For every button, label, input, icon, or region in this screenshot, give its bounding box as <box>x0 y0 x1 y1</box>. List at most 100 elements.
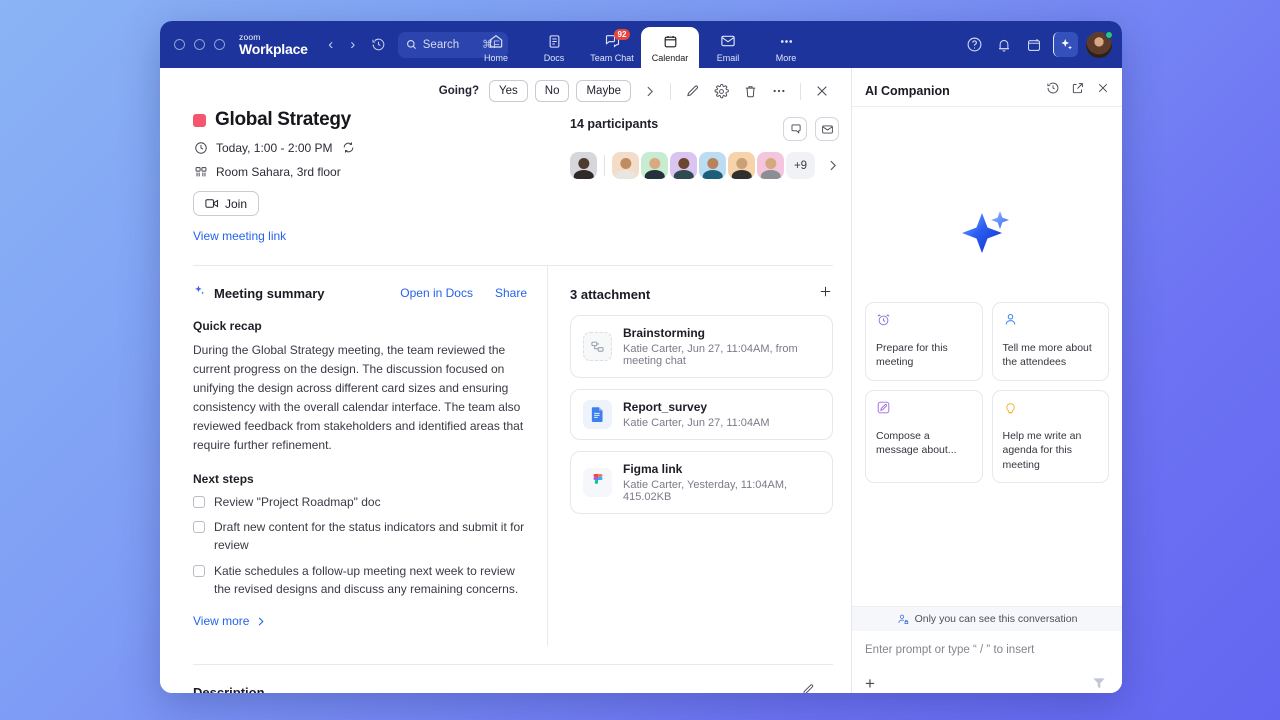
window-controls[interactable] <box>174 39 225 50</box>
event-color-swatch <box>193 114 206 127</box>
add-attachment-plus-icon[interactable]: + <box>865 675 875 692</box>
ai-panel-title: AI Companion <box>865 84 950 98</box>
edit-icon[interactable] <box>681 80 703 102</box>
edit-description-button[interactable] <box>801 683 815 693</box>
participants-section: 14 participants <box>548 107 839 245</box>
avatar[interactable] <box>670 152 697 179</box>
meeting-summary-section: Meeting summary Open in Docs Share Quick… <box>193 266 548 646</box>
attachments-section: 3 attachment Brainstorming Katie <box>548 266 833 646</box>
tab-calendar[interactable]: Calendar <box>641 27 699 68</box>
list-item[interactable]: Draft new content for the status indicat… <box>193 519 527 555</box>
avatar[interactable] <box>570 152 597 179</box>
rsvp-maybe-button[interactable]: Maybe <box>576 80 631 102</box>
avatar[interactable] <box>757 152 784 179</box>
rsvp-more-chevron-right-icon[interactable] <box>638 80 660 102</box>
description-title: Description <box>193 685 265 693</box>
room-icon <box>193 164 208 179</box>
send-icon[interactable] <box>1089 673 1109 693</box>
suggestion-card-compose[interactable]: Compose a message about... <box>865 390 983 483</box>
whiteboard-icon <box>583 332 612 361</box>
add-attachment-button[interactable] <box>818 284 833 304</box>
titlebar-right-icons <box>963 32 1112 58</box>
close-window-dot[interactable] <box>174 39 185 50</box>
rsvp-no-button[interactable]: No <box>535 80 570 102</box>
more-options-icon[interactable] <box>768 80 790 102</box>
event-time-text: Today, 1:00 - 2:00 PM <box>216 141 333 155</box>
share-link[interactable]: Share <box>495 286 527 300</box>
maximize-window-dot[interactable] <box>214 39 225 50</box>
tab-email-label: Email <box>717 53 740 63</box>
forward-button[interactable]: › <box>342 34 364 56</box>
checkbox[interactable] <box>193 521 205 533</box>
tab-docs[interactable]: Docs <box>525 27 583 68</box>
attachment-meta: Katie Carter, Jun 27, 11:04AM, from meet… <box>623 343 820 367</box>
avatar[interactable] <box>728 152 755 179</box>
app-window: zoom Workplace ‹ › Search ⌘F Home <box>160 21 1122 693</box>
tab-team-chat[interactable]: 92 Team Chat <box>583 27 641 68</box>
tab-email[interactable]: Email <box>699 27 757 68</box>
view-more-button[interactable]: View more <box>193 614 266 628</box>
step-text: Katie schedules a follow-up meeting next… <box>214 563 527 599</box>
summary-links: Open in Docs Share <box>400 286 527 300</box>
settings-icon[interactable] <box>710 80 732 102</box>
event-toolbar: Going? Yes No Maybe <box>160 75 851 107</box>
history-icon[interactable] <box>368 34 390 56</box>
chat-participants-icon[interactable] <box>783 117 807 141</box>
tab-home[interactable]: Home <box>467 27 525 68</box>
ai-sparkle-icon <box>193 284 206 302</box>
rsvp-yes-button[interactable]: Yes <box>489 80 528 102</box>
team-chat-badge: 92 <box>614 29 630 40</box>
calendar-add-icon[interactable] <box>1023 34 1045 56</box>
history-icon[interactable] <box>1046 81 1060 100</box>
ai-prompt-controls: + <box>865 673 1109 693</box>
close-icon[interactable] <box>1096 81 1110 100</box>
participants-overflow-count[interactable]: +9 <box>786 152 815 179</box>
chevron-right-icon <box>255 616 266 627</box>
attachment-item[interactable]: Figma link Katie Carter, Yesterday, 11:0… <box>570 451 833 514</box>
participants-next-chevron-icon[interactable] <box>826 159 839 172</box>
plus-icon <box>818 284 833 299</box>
list-item[interactable]: Review "Project Roadmap" doc <box>193 494 527 512</box>
suggestion-card-agenda[interactable]: Help me write an agenda for this meeting <box>992 390 1110 483</box>
tab-team-chat-label: Team Chat <box>590 53 634 63</box>
tab-docs-label: Docs <box>544 53 565 63</box>
email-participants-icon[interactable] <box>815 117 839 141</box>
step-text: Draft new content for the status indicat… <box>214 519 527 555</box>
back-button[interactable]: ‹ <box>320 34 342 56</box>
trash-icon[interactable] <box>739 80 761 102</box>
tab-more[interactable]: More <box>757 27 815 68</box>
minimize-window-dot[interactable] <box>194 39 205 50</box>
suggestion-card-attendees[interactable]: Tell me more about the attendees <box>992 302 1110 381</box>
ai-prompt-area[interactable]: Enter prompt or type “ / ” to insert + <box>852 631 1122 693</box>
ai-privacy-note: Only you can see this conversation <box>852 606 1122 631</box>
user-avatar[interactable] <box>1086 32 1112 58</box>
suggestion-card-prepare[interactable]: Prepare for this meeting <box>865 302 983 381</box>
more-icon <box>778 33 795 50</box>
close-icon[interactable] <box>811 80 833 102</box>
avatar[interactable] <box>699 152 726 179</box>
checkbox[interactable] <box>193 565 205 577</box>
ai-privacy-text: Only you can see this conversation <box>915 613 1078 625</box>
view-meeting-link[interactable]: View meeting link <box>193 229 286 243</box>
ai-panel-body: Prepare for this meeting Tell me more ab… <box>852 107 1122 606</box>
ai-sparkle-icon[interactable] <box>1053 32 1078 57</box>
attachment-text: Figma link Katie Carter, Yesterday, 11:0… <box>623 462 820 503</box>
attachment-item[interactable]: Report_survey Katie Carter, Jun 27, 11:0… <box>570 389 833 440</box>
expand-icon[interactable] <box>1071 81 1085 100</box>
attachment-text: Brainstorming Katie Carter, Jun 27, 11:0… <box>623 326 820 367</box>
section-divider-2 <box>193 664 833 665</box>
open-in-docs-link[interactable]: Open in Docs <box>400 286 473 300</box>
join-button[interactable]: Join <box>193 191 259 216</box>
attachment-item[interactable]: Brainstorming Katie Carter, Jun 27, 11:0… <box>570 315 833 378</box>
avatar[interactable] <box>641 152 668 179</box>
list-item[interactable]: Katie schedules a follow-up meeting next… <box>193 563 527 599</box>
checkbox[interactable] <box>193 496 205 508</box>
clock-icon <box>193 140 208 155</box>
event-scroll-area: Global Strategy Today, 1:00 - 2:00 PM <box>160 107 851 693</box>
tab-calendar-label: Calendar <box>652 53 689 63</box>
help-icon[interactable] <box>963 34 985 56</box>
lightbulb-icon <box>1003 400 1099 420</box>
bell-icon[interactable] <box>993 34 1015 56</box>
tab-home-label: Home <box>484 53 508 63</box>
avatar[interactable] <box>612 152 639 179</box>
